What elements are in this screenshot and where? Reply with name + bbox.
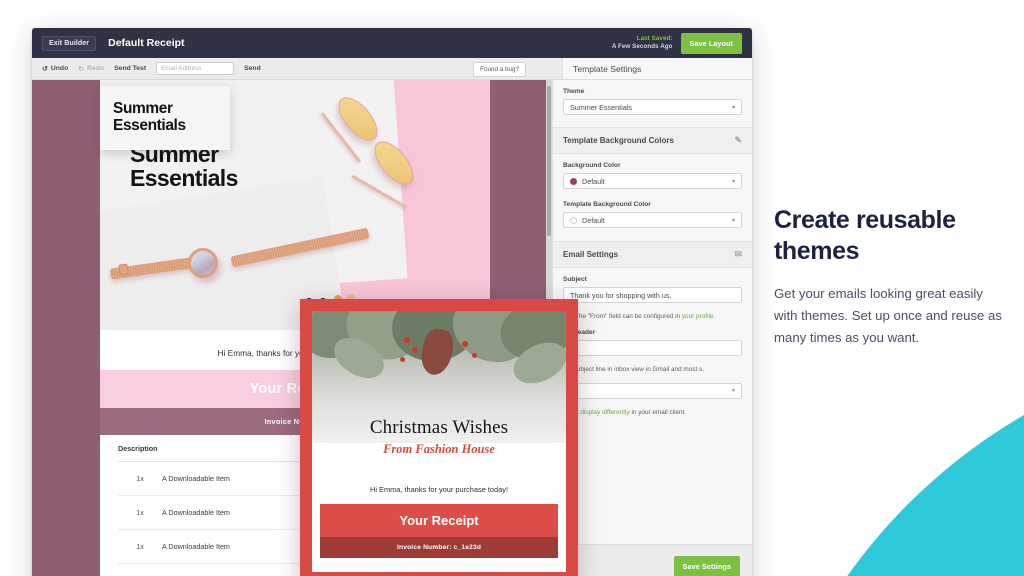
background-color-field: Background Color Default ▾ [553,154,752,193]
envelope-icon: ✉ [734,249,742,259]
floating-summer-essentials-card[interactable]: Summer Essentials [100,86,230,150]
theme-field: Theme Summer Essentials ▾ [553,80,752,119]
chevron-down-icon: ▾ [731,217,735,224]
preheader-note: the subject line in inbox view in Gmail … [563,366,705,374]
subject-label: Subject [563,276,587,283]
screenshot-stage: Create reusable themes Get your emails l… [0,0,1024,576]
undo-label: Undo [50,65,69,72]
hint-text: The "From" field can be configured in yo… [575,312,715,321]
redo-button[interactable]: ↻ Redo [78,65,104,73]
theme-select[interactable]: Summer Essentials ▾ [563,99,742,115]
floating-summer-line-2: Essentials [113,117,186,134]
section-title: Email Settings [563,250,619,259]
watch-buckle [118,263,129,276]
theme-label: Theme [563,88,585,95]
christmas-card-inner: Christmas Wishes From Fashion House Hi E… [312,311,566,572]
header-right-group: Last Saved: A Few Seconds Ago Save Layou… [612,32,742,54]
christmas-receipt-band: Your Receipt [320,504,558,537]
christmas-title: Christmas Wishes [369,417,509,438]
background-color-select[interactable]: Default ▾ [563,173,742,189]
hero-title-line-2: Essentials [130,165,238,192]
berry [412,347,418,353]
from-field-hint: i The "From" field can be configured in … [553,307,752,321]
section-template-background-colors: Template Background Colors ✎ [553,127,752,154]
font-select[interactable]: ▾ [563,382,742,399]
berry [404,337,410,343]
last-saved-time: A Few Seconds Ago [611,43,673,50]
sunglasses-lens-right [367,134,421,192]
chevron-down-icon: ▾ [731,178,735,185]
teal-shape-vein [744,340,1024,576]
color-swatch [570,177,577,185]
template-background-color-select[interactable]: Default ▾ [563,212,742,228]
pencil-icon[interactable]: ✎ [734,135,742,146]
hint-suffix: . [713,313,716,320]
last-saved-label: Last Saved: [636,35,673,43]
app-header: Exit Builder Default Receipt Last Saved:… [32,28,752,58]
preheader-field: Preheader [553,321,752,360]
template-background-color-value: Default [582,215,605,225]
watch-graphic [109,227,370,300]
promo-body: Get your emails looking great easily wit… [774,286,1002,345]
sunglasses-graphic [318,90,438,212]
template-background-color-field: Template Background Color Default ▾ [553,193,752,232]
app-toolbar: ↺ Undo ↻ Redo Send Test Email Address Se… [32,58,752,80]
preheader-label: Preheader [563,329,596,337]
berry [472,353,477,358]
watch-band-right [230,227,370,268]
send-test-label: Send Test [114,65,147,72]
promo-block: Create reusable themes Get your emails l… [774,205,1006,348]
undo-button[interactable]: ↺ Undo [42,65,68,73]
subject-input[interactable]: Thank you for shopping with us. [563,287,742,303]
redo-arrow-icon: ↻ [78,65,85,73]
send-test-button[interactable]: Send [244,65,261,72]
promo-heading: Create reusable themes [774,206,956,265]
watch-face [188,248,218,278]
color-swatch [570,216,577,224]
christmas-greeting: Hi Emma, thanks for your purchase today! [369,485,509,494]
chevron-down-icon: ▾ [731,104,735,111]
exit-builder-button[interactable]: Exit Builder [42,35,97,51]
undo-arrow-icon: ↺ [42,65,48,73]
berry [400,357,405,362]
theme-value: Summer Essentials [570,102,632,112]
last-saved-block: Last Saved: A Few Seconds Ago [612,35,673,51]
font-note: might display differently in your email … [553,403,752,418]
font-select-field: ▾ [553,375,752,403]
floating-summer-line-1: Summer [113,100,173,118]
background-color-label: Background Color [563,162,621,169]
panel-scroll-area: Theme Summer Essentials ▾ Template Backg… [553,80,752,544]
subject-field: Subject Thank you for shopping with us. [553,268,752,307]
save-settings-button[interactable]: Save Settings [673,556,740,576]
berry [462,341,468,347]
teal-decorative-shape [744,340,1024,576]
display-differently-link[interactable]: display differently [580,409,629,416]
test-email-input[interactable]: Email Address [156,62,235,75]
panel-footer: Save Settings [553,544,752,576]
canvas-scrollbar-thumb[interactable] [547,86,551,236]
row-qty: 1x [136,542,144,551]
column-header-description: Description [118,444,158,453]
your-profile-link[interactable]: your profile [682,313,714,320]
chevron-down-icon: ▾ [731,388,735,395]
row-qty: 1x [136,474,144,483]
document-title: Default Receipt [108,37,185,49]
background-color-value: Default [582,176,605,186]
redo-label: Redo [87,65,105,72]
panel-title: Template Settings [562,58,752,79]
christmas-invoice-band: Invoice Number: c_1e23d [320,537,558,558]
preheader-input[interactable] [563,340,742,357]
floating-summer-title: Summer Essentials [113,101,186,134]
hint-prefix: The "From" field can be configured in [575,313,682,320]
template-background-color-label: Template Background Color [563,201,651,208]
font-note-suffix: in your email client. [629,408,687,416]
template-settings-panel: Theme Summer Essentials ▾ Template Backg… [552,80,752,576]
floating-christmas-card[interactable]: Christmas Wishes From Fashion House Hi E… [300,299,578,576]
section-title: Template Background Colors [563,136,674,145]
row-qty: 1x [136,508,144,517]
save-layout-button[interactable]: Save Layout [680,32,742,54]
found-a-bug-button[interactable]: Found a bug? [473,62,526,77]
christmas-subtitle: From Fashion House [383,442,495,456]
section-email-settings: Email Settings ✉ [553,241,752,268]
